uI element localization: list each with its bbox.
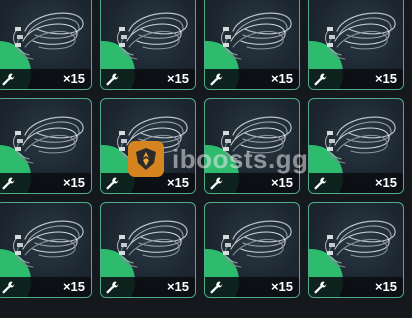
wire-harness-icon [116, 220, 188, 268]
item-quantity: ×15 [166, 175, 189, 190]
wire-harness-icon [12, 12, 84, 60]
inventory-slot[interactable]: ×15 [308, 202, 404, 298]
wire-harness-icon [324, 116, 396, 164]
wire-harness-icon [220, 12, 292, 60]
slot-footer: ×15 [0, 69, 91, 89]
wrench-icon [106, 177, 119, 190]
item-quantity: ×15 [374, 279, 397, 294]
item-quantity: ×15 [166, 71, 189, 86]
wrench-icon [2, 281, 15, 294]
slot-footer: ×15 [309, 277, 403, 297]
inventory-slot[interactable]: ×15 [308, 98, 404, 194]
inventory-slot[interactable]: ×15 [100, 0, 196, 90]
slot-footer: ×15 [101, 277, 195, 297]
wrench-icon [106, 281, 119, 294]
wrench-icon [210, 73, 223, 86]
inventory-slot[interactable]: ×15 [308, 0, 404, 90]
wrench-icon [314, 73, 327, 86]
slot-footer: ×15 [205, 277, 299, 297]
wrench-icon [210, 177, 223, 190]
wrench-icon [314, 281, 327, 294]
wrench-icon [314, 177, 327, 190]
inventory-slot[interactable]: ×15 [0, 0, 92, 90]
item-quantity: ×15 [374, 71, 397, 86]
slot-footer: ×15 [101, 69, 195, 89]
wrench-icon [2, 73, 15, 86]
shield-logo-icon [128, 141, 164, 177]
wire-harness-icon [12, 220, 84, 268]
item-quantity: ×15 [62, 175, 85, 190]
wire-harness-icon [220, 220, 292, 268]
slot-footer: ×15 [205, 69, 299, 89]
slot-footer: ×15 [0, 173, 91, 193]
wire-harness-icon [116, 12, 188, 60]
wrench-icon [210, 281, 223, 294]
wrench-icon [2, 177, 15, 190]
wrench-icon [106, 73, 119, 86]
inventory-slot[interactable]: ×15 [204, 0, 300, 90]
item-quantity: ×15 [166, 279, 189, 294]
wire-harness-icon [324, 220, 396, 268]
item-quantity: ×15 [270, 175, 293, 190]
wire-harness-icon [324, 12, 396, 60]
item-quantity: ×15 [62, 279, 85, 294]
slot-footer: ×15 [0, 277, 91, 297]
wire-harness-icon [12, 116, 84, 164]
watermark: iboosts.gg [128, 140, 308, 178]
slot-footer: ×15 [309, 69, 403, 89]
slot-footer: ×15 [309, 173, 403, 193]
inventory-slot[interactable]: ×15 [0, 98, 92, 194]
item-quantity: ×15 [270, 71, 293, 86]
item-quantity: ×15 [374, 175, 397, 190]
item-quantity: ×15 [270, 279, 293, 294]
inventory-slot[interactable]: ×15 [204, 202, 300, 298]
inventory-slot[interactable]: ×15 [0, 202, 92, 298]
watermark-text: iboosts.gg [172, 143, 309, 174]
inventory-slot[interactable]: ×15 [100, 202, 196, 298]
item-quantity: ×15 [62, 71, 85, 86]
